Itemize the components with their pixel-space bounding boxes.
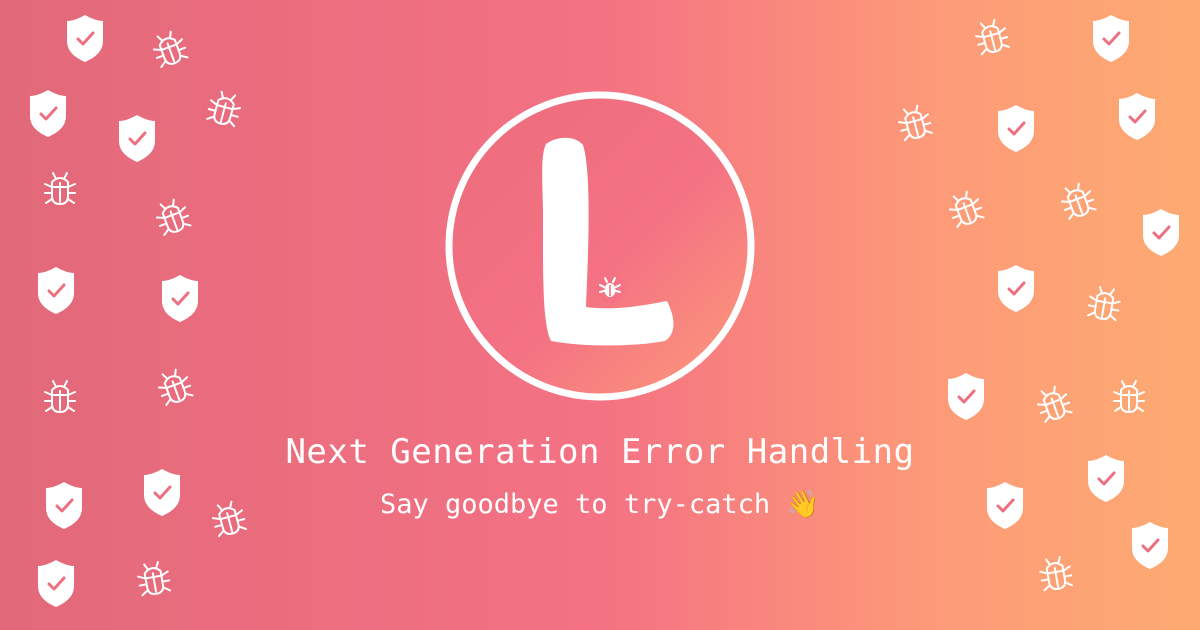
bug-icon — [1113, 380, 1145, 413]
shield-check-icon — [1132, 522, 1168, 569]
shield-check-icon — [1119, 93, 1155, 140]
bug-icon — [1039, 556, 1074, 592]
bug-icon — [155, 198, 192, 237]
bug-icon — [206, 90, 242, 128]
shield-check-icon — [1093, 15, 1129, 62]
bug-icon — [44, 380, 76, 413]
bug-icon — [897, 104, 933, 142]
bug-icon — [948, 190, 985, 229]
logo — [445, 91, 755, 401]
bug-icon — [1036, 385, 1073, 424]
shield-check-icon — [38, 267, 74, 314]
shield-check-icon — [998, 265, 1034, 312]
hero-banner: Next Generation Error Handling Say goodb… — [0, 0, 1200, 630]
bug-icon — [44, 172, 76, 205]
shield-check-icon — [67, 15, 103, 62]
bug-icon — [157, 368, 194, 407]
bug-icon — [137, 561, 172, 597]
shield-check-icon — [1143, 209, 1179, 256]
shield-check-icon — [162, 275, 198, 322]
subline: Say goodbye to try-catch 👋 — [0, 488, 1200, 520]
shield-check-icon — [38, 560, 74, 607]
shield-check-icon — [998, 105, 1034, 152]
waving-hand-icon: 👋 — [786, 489, 821, 520]
bug-icon — [152, 30, 189, 69]
bug-icon — [974, 18, 1010, 56]
headline: Next Generation Error Handling — [285, 432, 915, 472]
shield-check-icon — [30, 90, 66, 137]
subline-text: Say goodbye to try-catch — [379, 489, 771, 520]
shield-check-icon — [119, 115, 155, 162]
bug-icon — [1060, 182, 1097, 221]
shield-check-icon — [948, 373, 984, 420]
bug-icon — [1086, 286, 1121, 322]
logo-bug-badge — [595, 273, 625, 303]
